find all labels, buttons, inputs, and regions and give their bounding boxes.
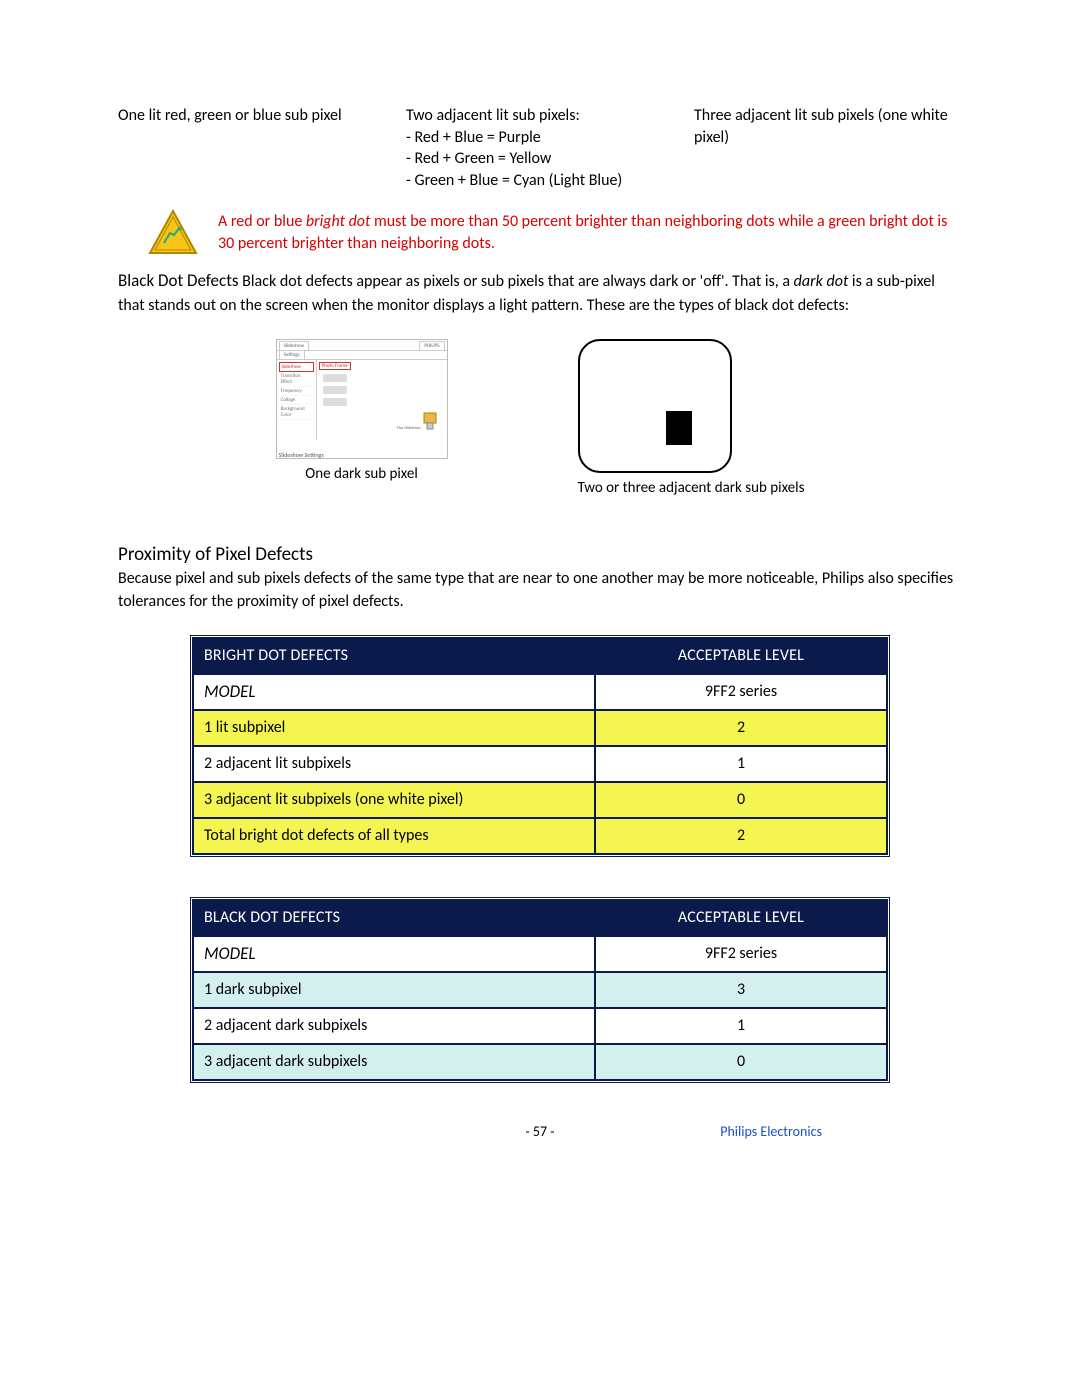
- subpixel-description-row: One lit red, green or blue sub pixel Two…: [118, 105, 962, 191]
- page-footer: - 57 - Philips Electronics: [118, 1123, 962, 1140]
- page-number: - 57 -: [525, 1123, 554, 1140]
- mini-ui-caption: Slideshow Settings: [279, 451, 324, 459]
- mini-ui-sidebar: Sideshow Transition Effect Frequency Col…: [277, 360, 317, 440]
- mini-ui-main: Photo Frame Play Slideshow: [317, 360, 447, 440]
- col-three-adjacent: Three adjacent lit sub pixels (one white…: [694, 105, 962, 191]
- warning-icon: [148, 209, 198, 255]
- bright-model-label: MODEL: [193, 674, 595, 710]
- mini-ui-screenshot: Slideshow PHILIPS Settings Sideshow Tran…: [276, 339, 448, 459]
- black-model-label: MODEL: [193, 936, 595, 972]
- dark-pixel-block: [666, 411, 692, 445]
- black-model-value: 9FF2 series: [595, 936, 887, 972]
- table-row: 2 adjacent lit subpixels 1: [193, 746, 887, 782]
- table-row: 2 adjacent dark subpixels 1: [193, 1008, 887, 1044]
- mini-ui-side-item2: Photo Frame: [319, 362, 351, 370]
- figures-row: Slideshow PHILIPS Settings Sideshow Tran…: [118, 339, 962, 497]
- bright-row-value: 0: [595, 782, 887, 818]
- black-header-1: BLACK DOT DEFECTS: [193, 900, 595, 936]
- table-row: Total bright dot defects of all types 2: [193, 818, 887, 854]
- bright-header-2: ACCEPTABLE LEVEL: [595, 638, 887, 674]
- table-row: 3 adjacent dark subpixels 0: [193, 1044, 887, 1080]
- black-row-value: 1: [595, 1008, 887, 1044]
- black-row-value: 3: [595, 972, 887, 1008]
- bright-row-label: 1 lit subpixel: [193, 710, 595, 746]
- mini-ui-side-item: Sideshow: [279, 362, 314, 372]
- mini-ui-side-item: Background Color: [279, 405, 314, 420]
- bright-row-label: 2 adjacent lit subpixels: [193, 746, 595, 782]
- black-dot-lead: Black Dot Defects: [118, 270, 239, 291]
- black-dot-body-a: Black dot defects appear as pixels or su…: [239, 272, 794, 291]
- mini-ui-tab2: Settings: [279, 350, 305, 359]
- black-row-label: 1 dark subpixel: [193, 972, 595, 1008]
- black-dot-em: dark dot: [794, 272, 849, 291]
- table-row: 1 lit subpixel 2: [193, 710, 887, 746]
- warning-row: A red or blue bright dot must be more th…: [118, 209, 962, 255]
- bright-dot-table: BRIGHT DOT DEFECTS ACCEPTABLE LEVEL MODE…: [190, 635, 890, 857]
- figure-one-caption: One dark sub pixel: [276, 465, 448, 483]
- bright-header-1: BRIGHT DOT DEFECTS: [193, 638, 595, 674]
- mini-ui-side-item: Collage: [279, 396, 314, 405]
- black-dot-table: BLACK DOT DEFECTS ACCEPTABLE LEVEL MODEL…: [190, 897, 890, 1083]
- warning-text: A red or blue bright dot must be more th…: [218, 209, 962, 254]
- play-slideshow-icon: [423, 412, 437, 430]
- bright-row-label: Total bright dot defects of all types: [193, 818, 595, 854]
- proximity-heading: Proximity of Pixel Defects: [118, 543, 962, 566]
- table-row: 3 adjacent lit subpixels (one white pixe…: [193, 782, 887, 818]
- bright-row-label: 3 adjacent lit subpixels (one white pixe…: [193, 782, 595, 818]
- bright-row-value: 2: [595, 710, 887, 746]
- mini-ui-side-item: Transition Effect: [279, 372, 314, 387]
- mini-ui-brand: PHILIPS: [419, 341, 444, 350]
- rounded-square-illustration: [578, 339, 732, 473]
- figure-one-dark: Slideshow PHILIPS Settings Sideshow Tran…: [276, 339, 448, 497]
- table-row: 1 dark subpixel 3: [193, 972, 887, 1008]
- warning-em: bright dot: [306, 212, 370, 231]
- figure-two-dark: Two or three adjacent dark sub pixels: [578, 339, 805, 497]
- mini-ui-badge-label: Play Slideshow: [397, 426, 421, 431]
- black-row-value: 0: [595, 1044, 887, 1080]
- warning-pre: A red or blue: [218, 212, 306, 231]
- footer-brand: Philips Electronics: [720, 1123, 822, 1140]
- bright-row-value: 1: [595, 746, 887, 782]
- black-row-label: 2 adjacent dark subpixels: [193, 1008, 595, 1044]
- bright-row-value: 2: [595, 818, 887, 854]
- col-two-adjacent: Two adjacent lit sub pixels: - Red + Blu…: [406, 105, 674, 191]
- proximity-paragraph: Because pixel and sub pixels defects of …: [118, 568, 962, 613]
- mini-ui-tab1: Slideshow: [279, 341, 309, 350]
- black-row-label: 3 adjacent dark subpixels: [193, 1044, 595, 1080]
- black-header-2: ACCEPTABLE LEVEL: [595, 900, 887, 936]
- mini-ui-side-item: Frequency: [279, 387, 314, 396]
- col-one-lit: One lit red, green or blue sub pixel: [118, 105, 386, 191]
- page: One lit red, green or blue sub pixel Two…: [0, 0, 1080, 1180]
- bright-model-value: 9FF2 series: [595, 674, 887, 710]
- figure-two-caption: Two or three adjacent dark sub pixels: [578, 479, 805, 497]
- black-dot-paragraph: Black Dot Defects Black dot defects appe…: [118, 269, 962, 317]
